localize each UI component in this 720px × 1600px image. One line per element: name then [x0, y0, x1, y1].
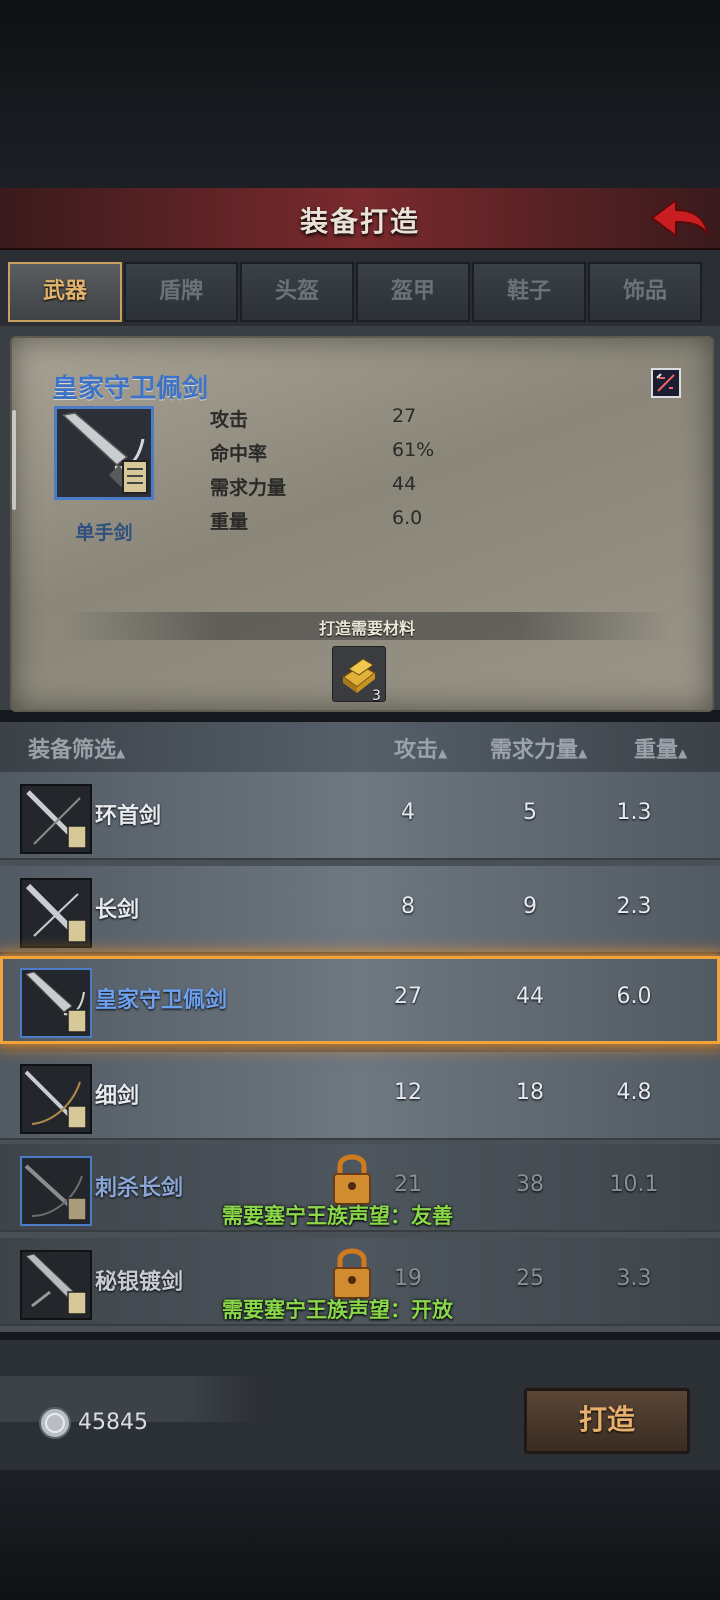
item-name: 细剑	[95, 1084, 140, 1109]
list-item[interactable]: 环首剑 4 5 1.3	[0, 772, 720, 860]
strength-value: 44	[516, 984, 544, 1009]
item-icon	[20, 1156, 92, 1226]
item-name: 秘银镀剑	[95, 1270, 184, 1295]
sword-icon	[25, 883, 87, 943]
stat-attack-label: 攻击	[210, 409, 249, 431]
list-item-selected[interactable]: 皇家守卫佩剑 27 44 6.0	[0, 956, 720, 1044]
sword-icon	[26, 790, 87, 849]
silver-coin-icon	[39, 1407, 71, 1439]
item-icon	[20, 1064, 92, 1134]
item-type: 单手剑	[75, 522, 133, 544]
list-item[interactable]: 长剑 8 9 2.3	[0, 866, 720, 954]
top-backdrop	[0, 0, 720, 188]
weight-value: 1.3	[616, 800, 652, 825]
attack-value: 12	[394, 1080, 422, 1105]
back-arrow-icon[interactable]	[648, 192, 712, 244]
sort-arrow-icon: ▲	[438, 746, 448, 760]
tab-helmet[interactable]: 头盔	[240, 262, 354, 322]
weight-value: 10.1	[609, 1172, 659, 1197]
weight-value: 4.8	[616, 1080, 652, 1105]
tab-accessory[interactable]: 饰品	[588, 262, 702, 322]
strength-column-label: 需求力量	[490, 738, 579, 763]
attack-sort-button[interactable]: 攻击▲	[394, 732, 447, 764]
sort-arrow-icon: ▲	[678, 746, 688, 760]
strength-value: 38	[516, 1172, 544, 1197]
tab-shield[interactable]: 盾牌	[124, 262, 238, 322]
list-item-locked[interactable]: 刺杀长剑 21 38 10.1 需要塞宁王族声望：友善	[0, 1144, 720, 1232]
unlock-requirement: 需要塞宁王族声望：开放	[222, 1298, 453, 1322]
sort-arrow-icon: ▲	[116, 746, 126, 760]
sword-icon	[24, 1070, 87, 1129]
weight-column-label: 重量	[634, 738, 679, 763]
materials-header: 打造需要材料	[64, 612, 670, 640]
item-icon	[54, 406, 154, 500]
attack-value: 19	[394, 1266, 422, 1291]
item-name: 皇家守卫佩剑	[52, 374, 209, 404]
item-name: 刺杀长剑	[95, 1176, 184, 1201]
unlock-requirement: 需要塞宁王族声望：友善	[222, 1204, 453, 1228]
filter-sort-button[interactable]: 装备筛选▲	[28, 732, 125, 764]
stat-accuracy-value: 61%	[392, 439, 435, 461]
equipment-list: 环首剑 4 5 1.3 长剑 8 9 2.3 皇家守卫佩剑 27 44 6.0 …	[0, 772, 720, 1332]
strength-sort-button[interactable]: 需求力量▲	[490, 732, 587, 764]
strength-value: 5	[523, 800, 537, 825]
page-title: 装备打造	[299, 205, 420, 238]
sort-arrow-icon: ▲	[578, 746, 588, 760]
material-count: 3	[372, 688, 381, 704]
strength-value: 9	[523, 894, 537, 919]
item-icon	[20, 878, 92, 948]
weight-value: 3.3	[616, 1266, 652, 1291]
attack-column-label: 攻击	[394, 738, 439, 763]
attack-value: 8	[401, 894, 415, 919]
list-item[interactable]: 细剑 12 18 4.8	[0, 1052, 720, 1140]
item-name: 长剑	[95, 898, 140, 923]
compare-toggle-icon[interactable]	[651, 368, 681, 398]
item-icon	[20, 1250, 92, 1320]
strength-value: 18	[516, 1080, 544, 1105]
item-icon	[20, 784, 92, 854]
tab-weapon[interactable]: 武器	[8, 262, 122, 322]
category-tabs: 武器 盾牌 头盔 盔甲 鞋子 饰品	[0, 250, 720, 326]
filter-label: 装备筛选	[28, 738, 117, 763]
stat-weight-value: 6.0	[392, 507, 423, 529]
coin-amount: 45845	[78, 1410, 148, 1435]
weight-value: 2.3	[616, 894, 652, 919]
item-name: 环首剑	[95, 804, 162, 829]
sword-icon	[61, 412, 148, 494]
item-name: 皇家守卫佩剑	[95, 988, 228, 1013]
sword-icon	[25, 971, 87, 1033]
attack-value: 21	[394, 1172, 422, 1197]
attack-value: 4	[401, 800, 415, 825]
lock-icon	[333, 1248, 371, 1299]
stat-strength-value: 44	[392, 473, 417, 495]
stat-strength-label: 需求力量	[210, 477, 287, 499]
forge-button[interactable]: 打造	[524, 1388, 690, 1454]
weight-sort-button[interactable]: 重量▲	[634, 732, 687, 764]
bottom-backdrop	[0, 1470, 720, 1600]
stat-accuracy-label: 命中率	[210, 443, 268, 465]
lock-icon	[333, 1154, 371, 1205]
sword-icon	[25, 1253, 87, 1315]
attack-value: 27	[394, 984, 422, 1009]
list-header: 装备筛选▲ 攻击▲ 需求力量▲ 重量▲	[0, 722, 720, 772]
item-icon	[20, 968, 92, 1038]
weight-value: 6.0	[616, 984, 652, 1009]
title-bar: 装备打造	[0, 188, 720, 250]
materials-label: 打造需要材料	[318, 619, 415, 638]
stat-weight-label: 重量	[210, 511, 249, 533]
strength-value: 25	[516, 1266, 544, 1291]
stat-attack-value: 27	[392, 405, 417, 427]
list-item-locked[interactable]: 秘银镀剑 19 25 3.3 需要塞宁王族声望：开放	[0, 1238, 720, 1326]
tab-shoes[interactable]: 鞋子	[472, 262, 586, 322]
scroll-indicator[interactable]	[12, 410, 16, 510]
tab-armor[interactable]: 盔甲	[356, 262, 470, 322]
sword-icon	[24, 1164, 87, 1221]
